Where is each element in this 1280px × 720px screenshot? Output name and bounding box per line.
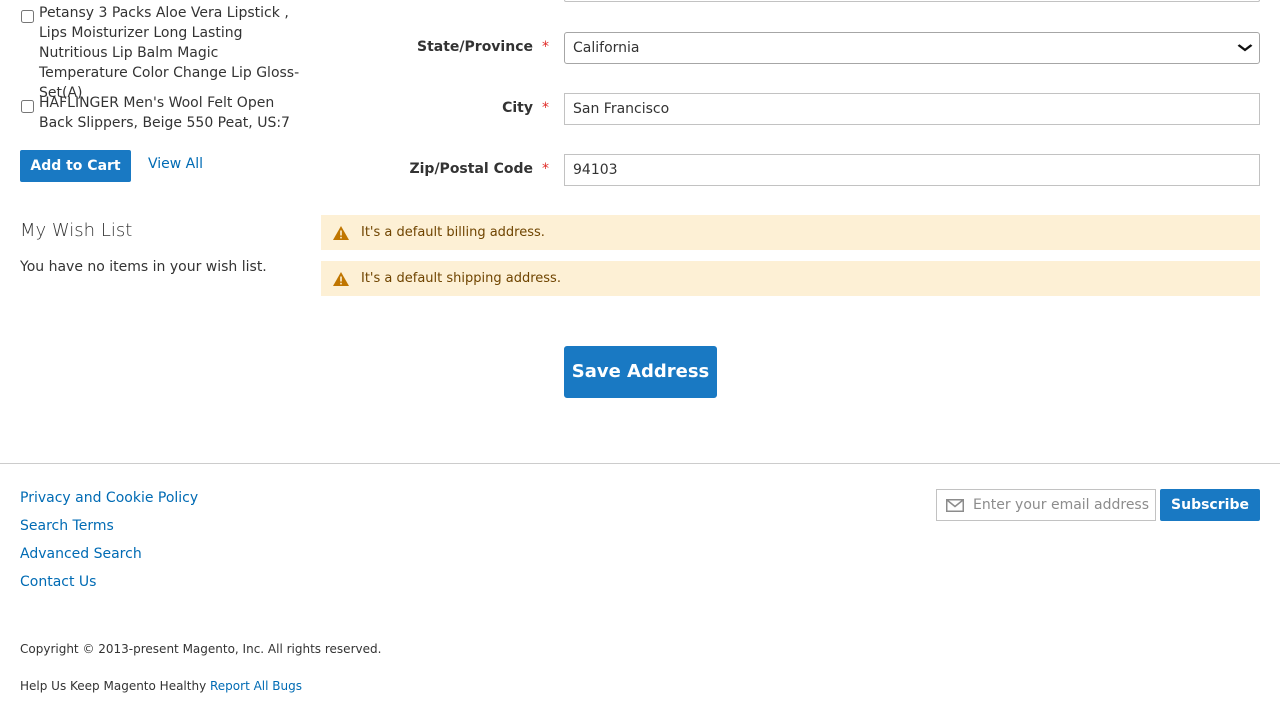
help-text: Help Us Keep Magento Healthy Report All … [20,679,302,693]
add-to-cart-button[interactable]: Add to Cart [20,150,131,182]
save-address-button[interactable]: Save Address [564,346,717,398]
envelope-icon [937,498,973,512]
compare-item-checkbox[interactable] [21,100,34,113]
chevron-down-icon [1237,33,1253,63]
previous-field-input[interactable] [564,0,1260,2]
compare-item: Petansy 3 Packs Aloe Vera Lipstick , Lip… [20,3,310,103]
required-mark: * [542,161,549,177]
default-shipping-notice: It's a default shipping address. [321,261,1260,296]
state-select[interactable]: California [564,32,1260,64]
report-bugs-link[interactable]: Report All Bugs [210,679,302,693]
city-label: City [502,100,533,116]
newsletter-email-input[interactable]: Enter your email address [936,489,1156,521]
state-label: State/Province [417,39,533,55]
page: Petansy 3 Packs Aloe Vera Lipstick , Lip… [0,0,1280,720]
help-text-prefix: Help Us Keep Magento Healthy [20,679,207,693]
required-mark: * [542,39,549,55]
zip-label: Zip/Postal Code [409,161,533,177]
compare-item: HAFLINGER Men's Wool Felt Open Back Slip… [20,93,310,133]
wishlist-empty-message: You have no items in your wish list. [20,259,267,275]
copyright-text: Copyright © 2013-present Magento, Inc. A… [20,642,382,656]
newsletter-placeholder: Enter your email address [973,497,1150,513]
footer-divider [0,463,1280,464]
notice-text: It's a default billing address. [361,225,545,240]
view-all-link[interactable]: View All [148,156,203,172]
compare-item-label[interactable]: Petansy 3 Packs Aloe Vera Lipstick , Lip… [39,3,310,103]
city-input[interactable]: San Francisco [564,93,1260,125]
compare-item-label[interactable]: HAFLINGER Men's Wool Felt Open Back Slip… [39,93,310,133]
state-select-value: California [573,40,640,56]
compare-item-checkbox[interactable] [21,10,34,23]
warning-icon [321,271,361,286]
zip-input[interactable]: 94103 [564,154,1260,186]
wishlist-title: My Wish List [20,220,133,241]
required-mark: * [542,100,549,116]
default-billing-notice: It's a default billing address. [321,215,1260,250]
notice-text: It's a default shipping address. [361,271,561,286]
footer-link-search-terms[interactable]: Search Terms [20,518,114,534]
warning-icon [321,225,361,240]
footer-link-contact[interactable]: Contact Us [20,574,96,590]
footer-link-advanced-search[interactable]: Advanced Search [20,546,142,562]
footer-link-privacy[interactable]: Privacy and Cookie Policy [20,490,198,506]
subscribe-button[interactable]: Subscribe [1160,489,1260,521]
